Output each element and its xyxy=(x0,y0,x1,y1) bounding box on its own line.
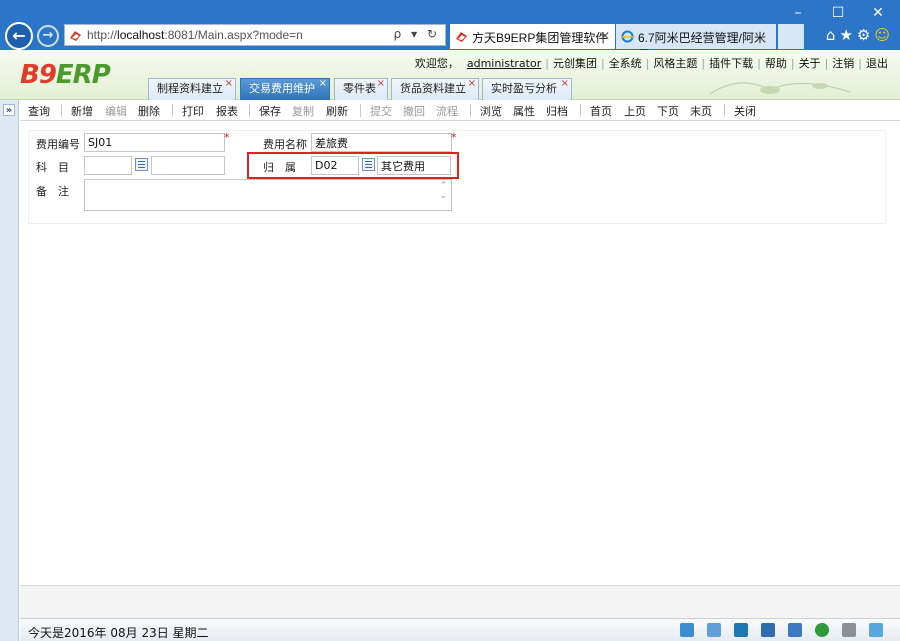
favorites-star-icon[interactable]: ★ xyxy=(839,26,856,44)
nav-link-about[interactable]: 关于 xyxy=(795,57,825,70)
next-page-button[interactable]: 下页 xyxy=(657,103,679,119)
report-button[interactable]: 报表 xyxy=(216,103,238,119)
browser-right-icons: ⌂★⚙☺ xyxy=(826,26,894,44)
properties-button[interactable]: 属性 xyxy=(513,103,535,119)
last-page-button[interactable]: 末页 xyxy=(690,103,712,119)
code-label: 费用编号 xyxy=(36,138,80,151)
address-url: http://localhost:8081/Main.aspx?mode=n xyxy=(87,28,303,42)
prev-page-button[interactable]: 上页 xyxy=(624,103,646,119)
site-favicon-icon xyxy=(456,32,467,42)
toolbar: 查询 新增 编辑 删除 打印 报表 保存 复制 刷新 提交 撤回 流程 浏览 属… xyxy=(20,100,900,121)
site-favicon-icon xyxy=(70,31,81,41)
required-mark: * xyxy=(451,131,457,144)
bird-icon[interactable] xyxy=(869,623,883,637)
close-button[interactable]: 关闭 xyxy=(734,103,756,119)
archive-button[interactable]: 归档 xyxy=(546,103,568,119)
page-tab-expense[interactable]: 交易费用维护 × xyxy=(240,78,330,100)
top-nav: 欢迎您， administrator | 元创集团 | 全系统 | 风格主题 | 插件下载 | 帮助 |… xyxy=(411,55,892,71)
delete-button[interactable]: 删除 xyxy=(138,103,160,119)
submit-button[interactable]: 提交 xyxy=(370,103,392,119)
remark-label: 备 注 xyxy=(36,185,69,198)
textarea-scrollbar[interactable]: ⌃ ⌄ xyxy=(437,181,450,209)
browser-tab-title: 方天B9ERP集团管理软件 xyxy=(472,31,608,45)
page-tab-goods[interactable]: 货品资料建立 × xyxy=(391,78,479,100)
back-button[interactable]: ← xyxy=(5,22,33,50)
smiley-icon[interactable]: ☺ xyxy=(874,26,894,44)
close-tab-icon[interactable]: × xyxy=(561,74,569,94)
calendar-icon[interactable] xyxy=(788,623,802,637)
workflow-button[interactable]: 流程 xyxy=(436,103,458,119)
welcome-text: 欢迎您， xyxy=(414,57,459,70)
browser-tab-inactive[interactable]: 6.7阿米巴经营管理/阿米巴... xyxy=(616,24,776,62)
close-tab-icon[interactable]: × xyxy=(225,74,233,94)
required-mark: * xyxy=(224,131,230,144)
subject-label: 科 目 xyxy=(36,161,69,174)
copy-button[interactable]: 复制 xyxy=(292,103,314,119)
footer-bar: 今天是2016年 08月 23日 星期二 xyxy=(20,618,900,641)
withdraw-button[interactable]: 撤回 xyxy=(403,103,425,119)
close-tab-icon[interactable]: × xyxy=(319,74,327,94)
close-tab-icon[interactable]: × xyxy=(377,74,385,94)
print-button[interactable]: 打印 xyxy=(182,103,204,119)
browse-button[interactable]: 浏览 xyxy=(480,103,502,119)
subject-name-input[interactable] xyxy=(151,156,225,175)
left-collapse-strip: » xyxy=(0,100,19,641)
document-icon[interactable] xyxy=(842,623,856,637)
home-icon[interactable]: ⌂ xyxy=(826,26,840,44)
close-tab-icon[interactable]: ✕ xyxy=(600,29,610,43)
highlight-box xyxy=(247,152,459,179)
close-window-button[interactable]: ✕ xyxy=(864,4,892,22)
close-tab-icon[interactable]: × xyxy=(468,74,476,94)
subject-code-input[interactable] xyxy=(84,156,132,175)
settings-gear-icon[interactable]: ⚙ xyxy=(857,26,874,44)
nav-link-help[interactable]: 帮助 xyxy=(761,57,791,70)
home-icon[interactable] xyxy=(680,623,694,637)
ie-icon xyxy=(621,30,634,43)
page-tab-parts[interactable]: 零件表 × xyxy=(334,78,388,100)
remark-textarea[interactable]: ⌃ ⌄ xyxy=(84,179,452,211)
edit-button[interactable]: 编辑 xyxy=(105,103,127,119)
nav-link-logout[interactable]: 注销 xyxy=(828,57,858,70)
nav-link-system[interactable]: 全系统 xyxy=(605,57,646,70)
nav-link-exit[interactable]: 退出 xyxy=(862,57,892,70)
status-icon[interactable] xyxy=(815,623,829,637)
decorative-leaves-icon xyxy=(709,82,851,95)
page-tab-profit[interactable]: 实时盈亏分析 × xyxy=(482,78,572,100)
browser-tab-active[interactable]: 方天B9ERP集团管理软件 ✕ xyxy=(450,24,615,49)
save-button[interactable]: 保存 xyxy=(259,103,281,119)
message-icon[interactable] xyxy=(734,623,748,637)
refresh-button[interactable]: 刷新 xyxy=(326,103,348,119)
check-icon[interactable] xyxy=(761,623,775,637)
first-page-button[interactable]: 首页 xyxy=(590,103,612,119)
status-area xyxy=(20,585,900,618)
new-tab-button[interactable] xyxy=(778,24,804,49)
forward-button[interactable]: → xyxy=(37,25,59,47)
back-arrow-icon: ← xyxy=(7,24,31,48)
add-button[interactable]: 新增 xyxy=(71,103,93,119)
address-bar[interactable]: http://localhost:8081/Main.aspx?mode=n ρ… xyxy=(64,24,446,46)
subject-picker-icon[interactable] xyxy=(135,158,148,171)
user-link[interactable]: administrator xyxy=(463,57,545,70)
address-tools[interactable]: ρ ▾ ↻ xyxy=(394,27,440,41)
name-label: 费用名称 xyxy=(263,138,307,151)
name-input[interactable] xyxy=(311,133,452,152)
maximize-button[interactable]: ☐ xyxy=(824,4,852,22)
form-area: 费用编号 * 费用名称 * 科 目 归 属 备 注 ⌃⌄ xyxy=(20,122,900,585)
date-text: 今天是2016年 08月 23日 星期二 xyxy=(28,626,209,640)
org-icon[interactable] xyxy=(707,623,721,637)
query-button[interactable]: 查询 xyxy=(28,103,50,119)
expand-arrow-icon[interactable]: » xyxy=(3,104,15,116)
nav-link-theme[interactable]: 风格主题 xyxy=(649,57,701,70)
browser-chrome: – ☐ ✕ ← → http://localhost:8081/Main.asp… xyxy=(0,0,900,62)
minimize-button[interactable]: – xyxy=(784,4,812,22)
b9erp-logo: B9ERP xyxy=(20,60,111,90)
nav-link-plugin[interactable]: 插件下载 xyxy=(705,57,757,70)
code-input[interactable] xyxy=(84,133,225,152)
nav-link-group[interactable]: 元创集团 xyxy=(549,57,601,70)
page-tab-process[interactable]: 制程资料建立 × xyxy=(148,78,236,100)
